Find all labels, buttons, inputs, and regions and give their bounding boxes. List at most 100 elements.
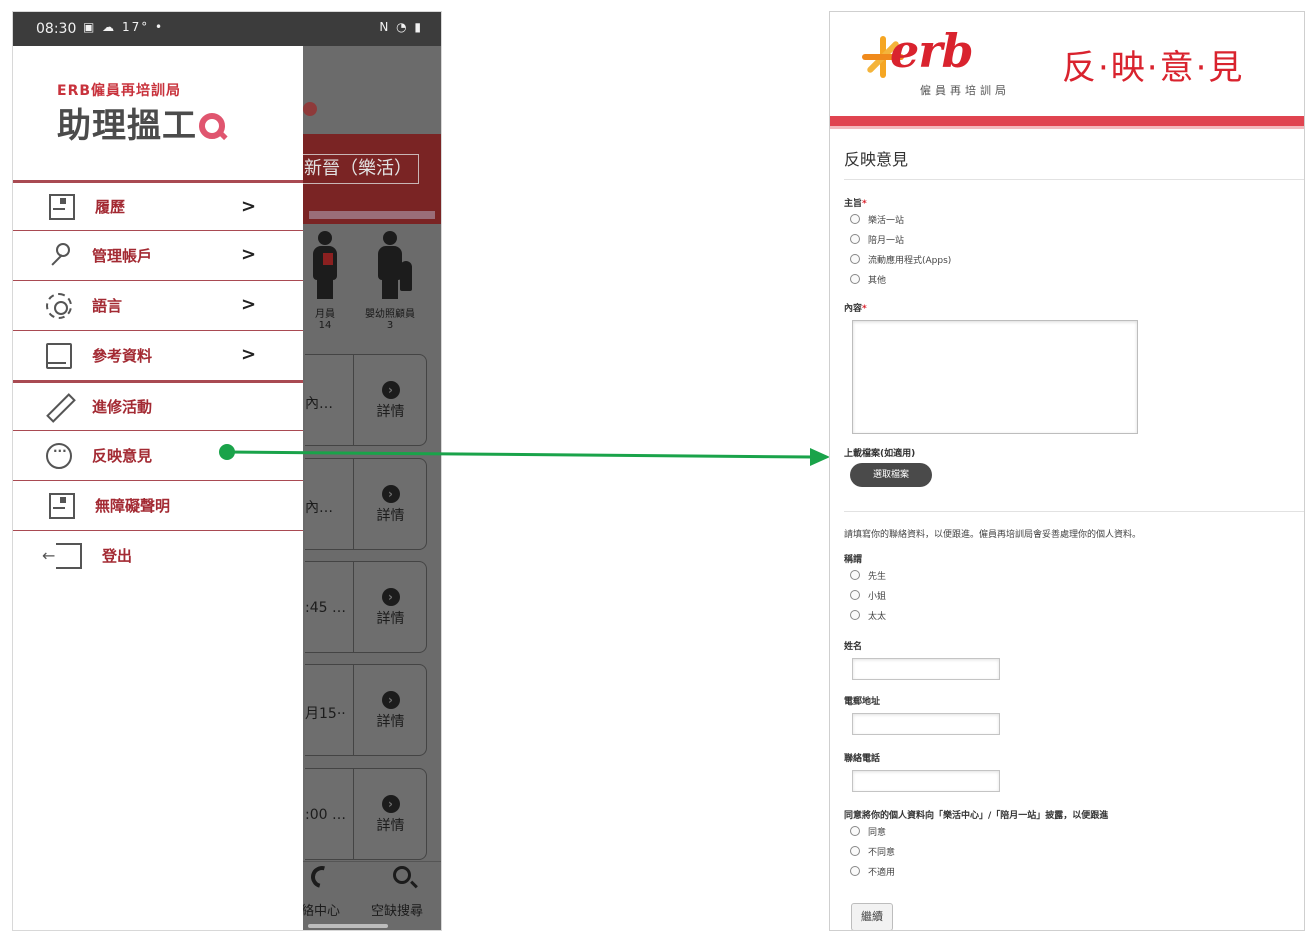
upload-label: 上載檔案(如適用) [844, 449, 916, 459]
menu-item-label: 管理帳戶 [92, 247, 153, 265]
phone-label: 聯絡電話 [844, 754, 881, 764]
menu-item-logout[interactable]: 登出 [13, 530, 303, 580]
job-card-snippet: :45 … [305, 600, 346, 616]
erb-logo-subtitle: 僱員再培訓局 [920, 84, 1010, 97]
logo-title-text: 助理搵工 [57, 106, 197, 146]
job-card: :00 … › 詳情 [305, 768, 427, 860]
search-icon [393, 866, 411, 884]
chevron-right-icon: > [241, 244, 257, 265]
subject-label: 主旨* [844, 196, 1304, 209]
menu-item-label: 語言 [92, 297, 123, 315]
continue-button[interactable]: 繼續 [851, 903, 893, 930]
salutation-option[interactable]: 先生 [844, 565, 1304, 585]
chevron-right-circle-icon: › [381, 691, 400, 709]
radio-button[interactable] [850, 866, 860, 876]
menu-item-feedback[interactable]: 反映意見 [13, 430, 303, 480]
erb-logo: erb 僱員再培訓局 [862, 24, 1032, 100]
subject-option[interactable]: 流動應用程式(Apps) [844, 249, 1304, 269]
menu-item-label: 履歷 [95, 198, 126, 216]
job-detail-label: 詳情 [376, 611, 405, 627]
subject-option[interactable]: 樂活一站 [844, 209, 1304, 229]
phone-input[interactable] [852, 770, 1000, 792]
stat-value: 14 [318, 320, 332, 331]
menu-item-training-activities[interactable]: 進修活動 [13, 380, 303, 430]
drawer-menu: 履歷 > 管理帳戶 > 語言 > 參考資料 > 進修活動 ··· 反映意見 無障… [13, 180, 303, 580]
consent-option[interactable]: 不適用 [844, 861, 1304, 881]
email-input[interactable] [852, 713, 1000, 735]
pregnant-woman-icon [305, 231, 345, 303]
job-detail-button: › 詳情 [353, 665, 427, 755]
job-card-snippet: 月15·· [305, 706, 346, 722]
radio-button[interactable] [850, 274, 860, 284]
radio-label: 不同意 [868, 847, 896, 858]
job-card-snippet: 內… [305, 396, 333, 412]
gear-icon [46, 292, 72, 319]
consent-option[interactable]: 不同意 [844, 841, 1304, 861]
stat-child-carer: 嬰幼照顧員 3 [365, 231, 415, 331]
content-label-text: 內容 [844, 304, 863, 314]
menu-item-accessibility[interactable]: 無障礙聲明 [13, 480, 303, 530]
radio-label: 太太 [868, 611, 887, 622]
magnifier-icon [199, 113, 225, 139]
job-card: 月15·· › 詳情 [305, 664, 427, 756]
radio-button[interactable] [850, 234, 860, 244]
job-detail-button: › 詳情 [353, 769, 427, 859]
job-detail-label: 詳情 [376, 404, 405, 420]
contact-note: 請填寫你的聯絡資料，以便跟進。僱員再培訓局會妥善處理你的個人資料。 [844, 530, 1142, 540]
consent-option[interactable]: 同意 [844, 821, 1304, 841]
job-card: :45 … › 詳情 [305, 561, 427, 653]
nav-contact-center: 絡中心 [301, 904, 341, 919]
carer-with-child-icon [370, 231, 412, 303]
logo-subtitle: ERB僱員再培訓局 [57, 83, 182, 99]
name-input[interactable] [852, 658, 1000, 680]
signal-battery-icons: N ◔ ▮ [379, 20, 423, 34]
radio-button[interactable] [850, 214, 860, 224]
key-icon [46, 242, 72, 269]
salutation-label: 稱謂 [844, 555, 863, 565]
radio-label: 其他 [868, 275, 887, 286]
subject-option[interactable]: 其他 [844, 269, 1304, 289]
content-textarea[interactable] [852, 320, 1138, 434]
job-card: 內… › 詳情 [305, 458, 427, 550]
radio-button[interactable] [850, 570, 860, 580]
stat-label: 月員 [315, 309, 335, 320]
menu-item-resume[interactable]: 履歷 > [13, 180, 303, 230]
status-time: 08:30 [36, 21, 77, 37]
menu-item-label: 進修活動 [92, 398, 153, 416]
radio-label: 同意 [868, 827, 887, 838]
erb-logo-word: erb [890, 24, 974, 78]
job-detail-label: 詳情 [376, 818, 405, 834]
feedback-form-page: erb 僱員再培訓局 反·映·意·見 反映意見 主旨* 樂活一站 陪月一站 流動… [829, 11, 1305, 931]
radio-button[interactable] [850, 610, 860, 620]
menu-item-manage-account[interactable]: 管理帳戶 > [13, 230, 303, 280]
page-title: 反映意見 [844, 146, 1304, 180]
name-group: 姓名 [844, 639, 1304, 680]
phone-icon [306, 861, 338, 893]
menu-item-language[interactable]: 語言 > [13, 280, 303, 330]
chevron-right-circle-icon: › [381, 588, 400, 606]
salutation-group: 稱謂 先生 小姐 太太 [844, 552, 1304, 625]
job-detail-button: › 詳情 [353, 355, 427, 445]
subject-option[interactable]: 陪月一站 [844, 229, 1304, 249]
radio-button[interactable] [850, 846, 860, 856]
menu-item-reference[interactable]: 參考資料 > [13, 330, 303, 380]
radio-label: 先生 [868, 571, 887, 582]
radio-button[interactable] [850, 254, 860, 264]
radio-label: 小姐 [868, 591, 887, 602]
salutation-option[interactable]: 太太 [844, 605, 1304, 625]
form-body: 反映意見 主旨* 樂活一站 陪月一站 流動應用程式(Apps) 其他 內容* 上… [844, 129, 1304, 930]
name-label: 姓名 [844, 642, 863, 652]
salutation-option[interactable]: 小姐 [844, 585, 1304, 605]
email-label: 電郵地址 [844, 697, 881, 707]
consent-label: 同意將你的個人資料向「樂活中心」/「陪月一站」披露，以便跟進 [844, 811, 1109, 821]
stat-postnatal-carer: 月員 14 [305, 231, 345, 331]
navigation-drawer: ERB僱員再培訓局 助理搵工 履歷 > 管理帳戶 > 語言 > 參考資料 > 進… [13, 46, 303, 930]
chevron-right-icon: > [241, 196, 257, 217]
menu-item-label: 參考資料 [92, 347, 153, 365]
background-bottom-nav: 絡中心 空缺搜尋 [301, 861, 441, 930]
radio-button[interactable] [850, 590, 860, 600]
chevron-right-icon: > [241, 344, 257, 365]
choose-file-button[interactable]: 選取檔案 [850, 463, 932, 487]
background-strip [309, 211, 435, 219]
radio-button[interactable] [850, 826, 860, 836]
